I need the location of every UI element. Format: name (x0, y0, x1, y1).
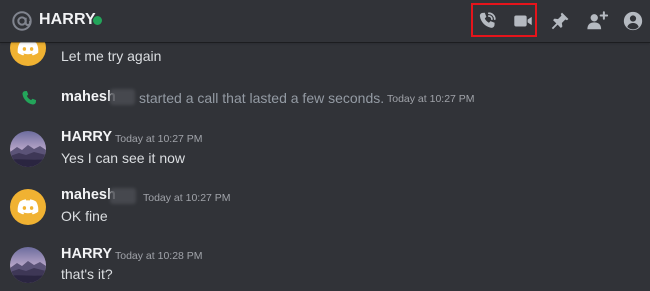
message-timestamp: Today at 10:28 PM (115, 250, 203, 262)
message-text: that's it? (61, 266, 113, 282)
landscape-avatar-image (10, 131, 46, 167)
pinned-messages-icon[interactable] (549, 10, 571, 32)
add-friends-to-dm-icon[interactable] (586, 10, 608, 32)
call-phone-icon (22, 90, 37, 105)
call-timestamp: Today at 10:27 PM (387, 93, 475, 105)
call-author-name[interactable]: mahesh (61, 89, 116, 105)
redacted-username-suffix (110, 89, 135, 105)
landscape-avatar[interactable] (10, 247, 46, 283)
user-profile-icon[interactable] (622, 10, 644, 32)
message-author-name[interactable]: mahesh (61, 187, 116, 203)
landscape-avatar-image (10, 247, 46, 283)
channel-header: HARRY (0, 0, 650, 42)
message-text: Let me try again (61, 48, 162, 64)
message-author-name[interactable]: HARRY (61, 129, 112, 145)
discord-logo-avatar[interactable] (10, 189, 46, 225)
online-status-indicator (93, 16, 102, 25)
at-sign-icon (12, 11, 32, 31)
redacted-username-suffix (110, 188, 136, 204)
landscape-avatar[interactable] (10, 131, 46, 167)
call-buttons-highlight (471, 3, 537, 37)
call-system-text: started a call that lasted a few seconds… (139, 90, 385, 106)
message-text: OK fine (61, 208, 108, 224)
message-author-name[interactable]: HARRY (61, 246, 112, 262)
message-text: Yes I can see it now (61, 150, 186, 166)
dm-user-name[interactable]: HARRY (39, 11, 96, 29)
message-timestamp: Today at 10:27 PM (143, 192, 231, 204)
message-timestamp: Today at 10:27 PM (115, 133, 203, 145)
discord-logo-icon (17, 199, 39, 215)
